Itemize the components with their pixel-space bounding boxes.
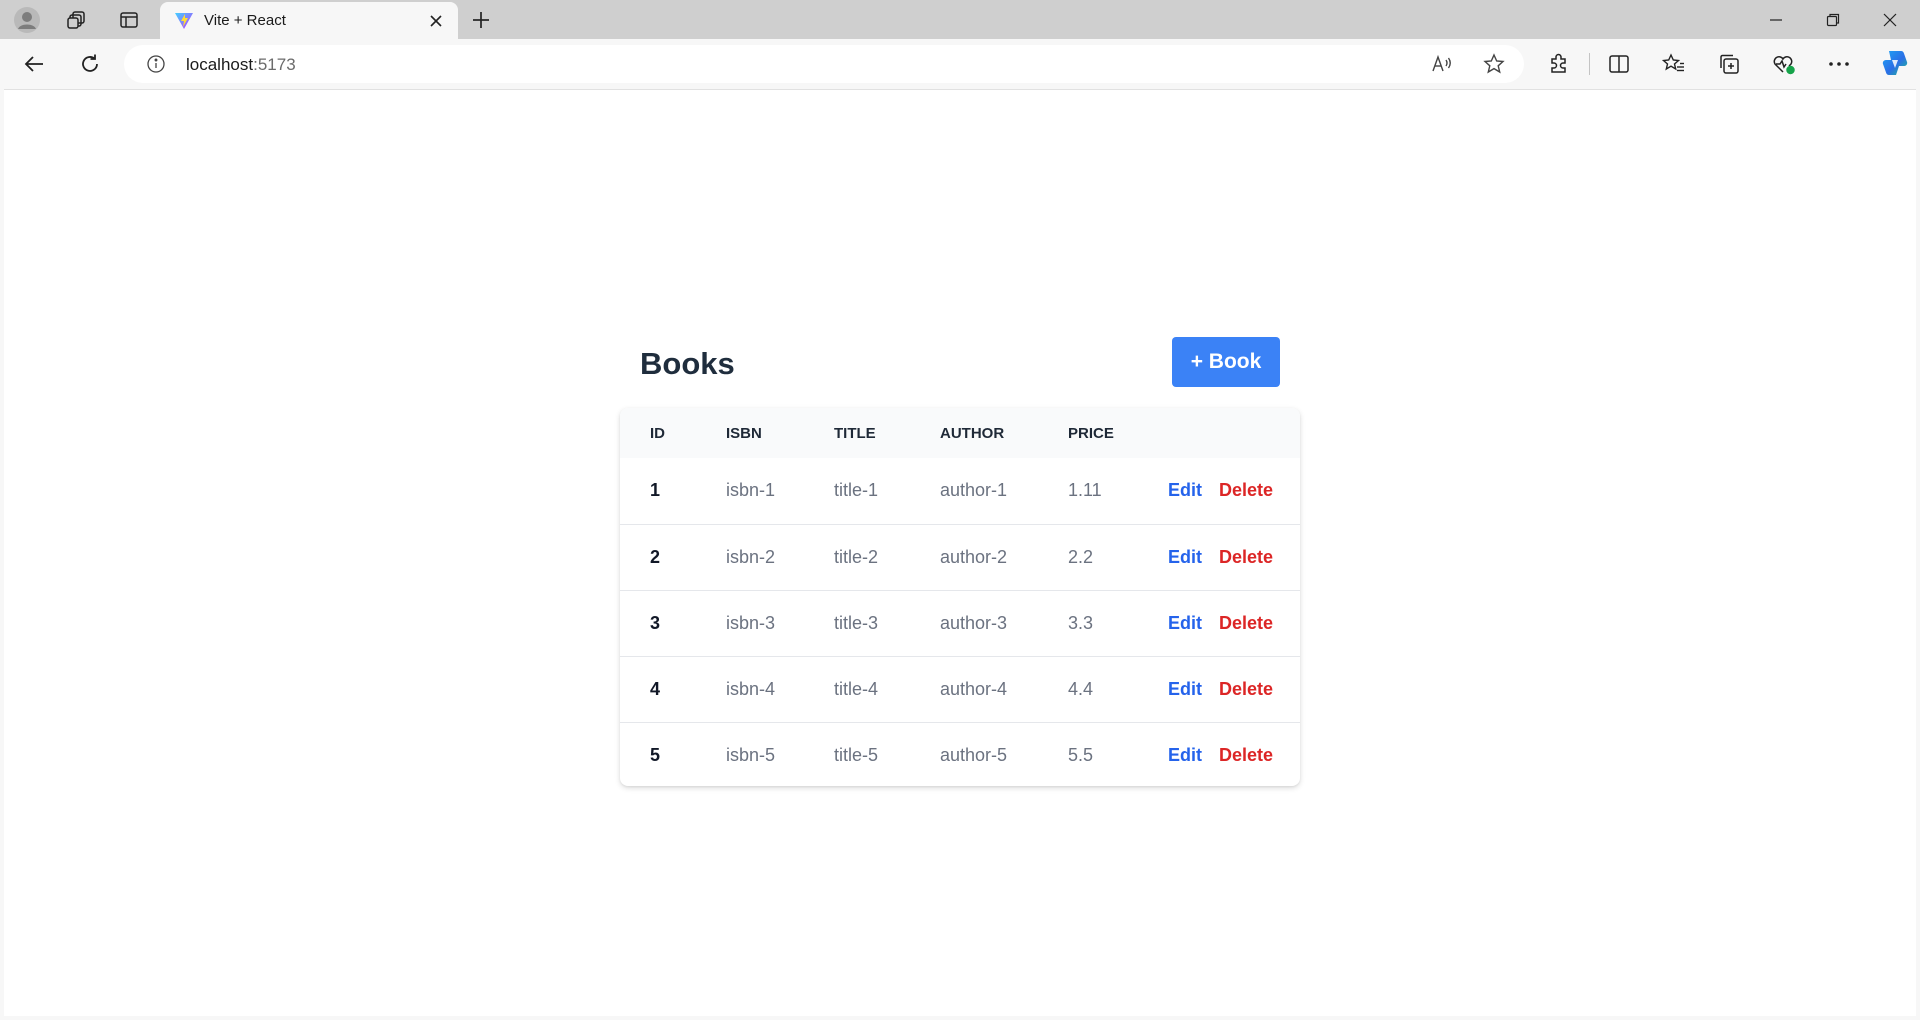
table-row: 4 isbn-4 title-4 author-4 4.4 Edit Delet… — [620, 656, 1300, 722]
profile-avatar-icon[interactable] — [10, 5, 44, 35]
delete-button[interactable]: Delete — [1219, 480, 1273, 501]
favorite-star-icon[interactable] — [1482, 53, 1506, 75]
cell-isbn: isbn-5 — [726, 745, 776, 765]
delete-button[interactable]: Delete — [1219, 547, 1273, 568]
column-header-id: ID — [650, 425, 665, 442]
more-menu-icon[interactable] — [1823, 48, 1855, 80]
minimize-icon[interactable] — [1752, 6, 1800, 34]
cell-title: title-3 — [834, 613, 879, 633]
cell-author: author-4 — [940, 679, 1008, 699]
active-tab[interactable]: Vite + React — [160, 2, 458, 39]
page-title: Books — [640, 346, 735, 381]
read-aloud-icon[interactable] — [1430, 53, 1454, 75]
toolbar-divider — [1589, 53, 1590, 75]
vertical-tabs-icon[interactable] — [114, 6, 144, 34]
tab-title: Vite + React — [204, 12, 286, 29]
edit-button[interactable]: Edit — [1168, 547, 1202, 568]
cell-price: 2.2 — [1068, 547, 1094, 567]
close-window-icon[interactable] — [1866, 6, 1914, 34]
address-bar[interactable]: localhost:5173 — [124, 45, 1524, 83]
cell-id: 5 — [650, 745, 661, 765]
cell-price: 5.5 — [1068, 745, 1094, 765]
column-header-title: TITLE — [834, 425, 876, 442]
cell-title: title-2 — [834, 547, 879, 567]
url-host: localhost — [186, 55, 254, 74]
vite-logo-icon — [174, 12, 194, 30]
site-info-icon[interactable] — [146, 54, 166, 74]
favorites-icon[interactable] — [1658, 48, 1690, 80]
cell-title: title-4 — [834, 679, 879, 699]
edit-button[interactable]: Edit — [1168, 613, 1202, 634]
delete-button[interactable]: Delete — [1219, 745, 1273, 766]
restore-icon[interactable] — [1809, 6, 1857, 34]
url-port: :5173 — [253, 55, 296, 74]
cell-isbn: isbn-4 — [726, 679, 776, 699]
table-header: ID ISBN TITLE AUTHOR PRICE — [620, 408, 1300, 458]
window-frame-right — [1916, 89, 1920, 1020]
add-book-button[interactable]: + Book — [1172, 337, 1280, 387]
browser-toolbar: localhost:5173 — [0, 39, 1920, 89]
cell-author: author-5 — [940, 745, 1008, 765]
tab-strip: Vite + React — [0, 0, 1920, 39]
cell-title: title-5 — [834, 745, 879, 765]
cell-id: 2 — [650, 547, 661, 567]
workspaces-icon[interactable] — [62, 6, 92, 34]
column-header-price: PRICE — [1068, 425, 1114, 442]
column-header-author: AUTHOR — [940, 425, 1005, 442]
table-row: 5 isbn-5 title-5 author-5 5.5 Edit Delet… — [620, 722, 1300, 786]
extensions-icon[interactable] — [1543, 48, 1575, 80]
table-row: 2 isbn-2 title-2 author-2 2.2 Edit Delet… — [620, 524, 1300, 590]
edit-button[interactable]: Edit — [1168, 745, 1202, 766]
url-text[interactable]: localhost:5173 — [186, 55, 296, 75]
collections-icon[interactable] — [1713, 48, 1745, 80]
books-table: ID ISBN TITLE AUTHOR PRICE 1 isbn-1 titl… — [620, 408, 1300, 786]
delete-button[interactable]: Delete — [1219, 679, 1273, 700]
cell-price: 1.11 — [1068, 480, 1102, 500]
edit-button[interactable]: Edit — [1168, 480, 1202, 501]
new-tab-icon[interactable] — [466, 6, 496, 34]
cell-author: author-2 — [940, 547, 1008, 567]
browser-essentials-icon[interactable] — [1768, 48, 1800, 80]
edit-button[interactable]: Edit — [1168, 679, 1202, 700]
table-row: 1 isbn-1 title-1 author-1 1.11 Edit Dele… — [620, 458, 1300, 524]
cell-isbn: isbn-3 — [726, 613, 776, 633]
cell-author: author-3 — [940, 613, 1008, 633]
delete-button[interactable]: Delete — [1219, 613, 1273, 634]
window-frame-bottom — [0, 1016, 1920, 1020]
refresh-icon[interactable] — [74, 49, 106, 79]
column-header-isbn: ISBN — [726, 425, 762, 442]
table-row: 3 isbn-3 title-3 author-3 3.3 Edit Delet… — [620, 590, 1300, 656]
cell-isbn: isbn-2 — [726, 547, 776, 567]
cell-id: 1 — [650, 480, 661, 500]
cell-id: 3 — [650, 613, 661, 633]
cell-isbn: isbn-1 — [726, 480, 776, 500]
split-screen-icon[interactable] — [1603, 48, 1635, 80]
copilot-icon[interactable] — [1878, 46, 1912, 80]
cell-title: title-1 — [834, 480, 879, 500]
cell-price: 4.4 — [1068, 679, 1094, 699]
cell-id: 4 — [650, 679, 661, 699]
cell-price: 3.3 — [1068, 613, 1094, 633]
back-icon[interactable] — [18, 49, 50, 79]
cell-author: author-1 — [940, 480, 1008, 500]
close-tab-icon[interactable] — [426, 11, 446, 31]
